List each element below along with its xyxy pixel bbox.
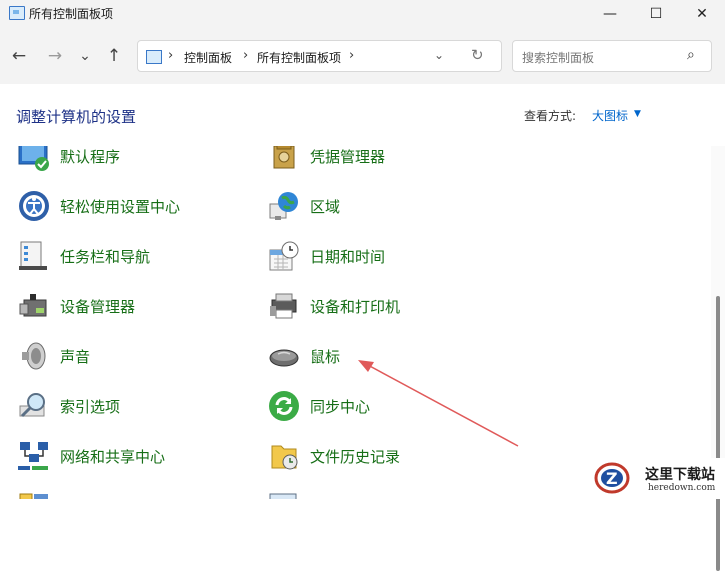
- item-partial-right[interactable]: [268, 486, 310, 499]
- breadcrumb-separator: ›: [243, 48, 249, 63]
- scrollbar-thumb[interactable]: [716, 296, 720, 571]
- item-label: 区域: [310, 197, 341, 216]
- search-icon[interactable]: ⌕: [687, 47, 695, 63]
- search-input[interactable]: 搜索控制面板: [522, 49, 594, 66]
- view-by-dropdown[interactable]: 大图标: [592, 107, 628, 124]
- control-panel-icon: [146, 50, 162, 64]
- chevron-down-icon[interactable]: ▼: [634, 109, 641, 119]
- breadcrumb-separator: ›: [168, 48, 174, 63]
- item-label: 日期和时间: [310, 247, 386, 266]
- item-sound[interactable]: 声音: [18, 336, 90, 376]
- item-taskbar-navigation[interactable]: 任务栏和导航: [18, 236, 150, 276]
- region-icon: [268, 190, 300, 222]
- minimize-button[interactable]: —: [587, 0, 633, 28]
- item-date-time[interactable]: 日期和时间: [268, 236, 385, 276]
- item-file-history[interactable]: 文件历史记录: [268, 436, 400, 476]
- watermark: Z 这里下载站 heredown.com: [590, 458, 725, 499]
- date-time-icon: [268, 240, 300, 272]
- item-label: 轻松使用设置中心: [60, 197, 181, 216]
- watermark-title: 这里下载站: [645, 467, 715, 483]
- partial-icon: [18, 490, 50, 499]
- item-devices-printers[interactable]: 设备和打印机: [268, 286, 400, 326]
- close-button[interactable]: ✕: [679, 0, 725, 28]
- breadcrumb-separator: ›: [349, 48, 355, 63]
- item-label: 同步中心: [310, 397, 371, 416]
- network-icon: [18, 440, 50, 472]
- maximize-button[interactable]: ☐: [633, 0, 679, 28]
- taskbar-icon: [18, 240, 50, 272]
- page-title: 调整计算机的设置: [16, 108, 137, 126]
- item-label: 默认程序: [60, 147, 121, 166]
- item-label: 任务栏和导航: [60, 247, 151, 266]
- item-label: 设备管理器: [60, 297, 136, 316]
- item-indexing-options[interactable]: 索引选项: [18, 386, 120, 426]
- refresh-icon[interactable]: ↻: [471, 46, 484, 64]
- window-title: 所有控制面板项: [29, 7, 114, 21]
- ease-of-access-icon: [18, 190, 50, 222]
- navigation-bar: ← → ⌄ ↑ › 控制面板 › 所有控制面板项 › ⌄ ↻ 搜索控制面板 ⌕: [0, 28, 725, 84]
- sound-icon: [18, 340, 50, 372]
- item-mouse[interactable]: 鼠标: [268, 336, 340, 376]
- content-header: 调整计算机的设置 查看方式: 大图标 ▼: [0, 84, 725, 146]
- item-label: 网络和共享中心: [60, 447, 166, 466]
- item-sync-center[interactable]: 同步中心: [268, 386, 370, 426]
- search-box[interactable]: 搜索控制面板 ⌕: [512, 40, 712, 72]
- mouse-icon: [268, 340, 300, 372]
- address-bar[interactable]: › 控制面板 › 所有控制面板项 › ⌄ ↻: [137, 40, 502, 72]
- partial-icon: [268, 490, 300, 499]
- up-button[interactable]: ↑: [101, 43, 127, 69]
- svg-text:Z: Z: [606, 469, 618, 488]
- credential-manager-icon: [268, 146, 300, 172]
- sync-center-icon: [268, 390, 300, 422]
- title-bar: 所有控制面板项 — ☐ ✕: [0, 0, 725, 28]
- file-history-icon: [268, 440, 300, 472]
- indexing-icon: [18, 390, 50, 422]
- back-button[interactable]: ←: [6, 43, 32, 69]
- breadcrumb-all-items[interactable]: 所有控制面板项: [257, 49, 341, 66]
- recent-locations-button[interactable]: ⌄: [72, 43, 98, 69]
- item-label: 文件历史记录: [310, 447, 401, 466]
- watermark-logo: Z: [594, 462, 630, 494]
- item-label: 声音: [60, 347, 91, 366]
- item-label: 索引选项: [60, 397, 121, 416]
- device-manager-icon: [18, 290, 50, 322]
- item-label: 鼠标: [310, 347, 341, 366]
- devices-printers-icon: [268, 290, 300, 322]
- watermark-url: heredown.com: [648, 483, 716, 493]
- item-ease-of-access[interactable]: 轻松使用设置中心: [18, 186, 180, 226]
- control-panel-icon: [9, 6, 25, 20]
- view-by-label: 查看方式:: [524, 109, 577, 123]
- control-panel-items: 默认程序 轻松使用设置中心 任务栏和导航 设备管理器 声音 索引选项 网络和共享…: [0, 146, 711, 499]
- default-programs-icon: [18, 146, 50, 172]
- item-label: 凭据管理器: [310, 147, 386, 166]
- item-credential-manager[interactable]: 凭据管理器: [268, 146, 385, 176]
- item-device-manager[interactable]: 设备管理器: [18, 286, 135, 326]
- item-label: 设备和打印机: [310, 297, 401, 316]
- item-default-programs[interactable]: 默认程序: [18, 146, 120, 176]
- address-dropdown-icon[interactable]: ⌄: [434, 48, 444, 62]
- vertical-scrollbar[interactable]: [711, 146, 725, 571]
- item-network-sharing[interactable]: 网络和共享中心: [18, 436, 165, 476]
- breadcrumb-control-panel[interactable]: 控制面板: [184, 49, 232, 66]
- item-partial-left[interactable]: [18, 486, 60, 499]
- forward-button[interactable]: →: [42, 43, 68, 69]
- item-region[interactable]: 区域: [268, 186, 340, 226]
